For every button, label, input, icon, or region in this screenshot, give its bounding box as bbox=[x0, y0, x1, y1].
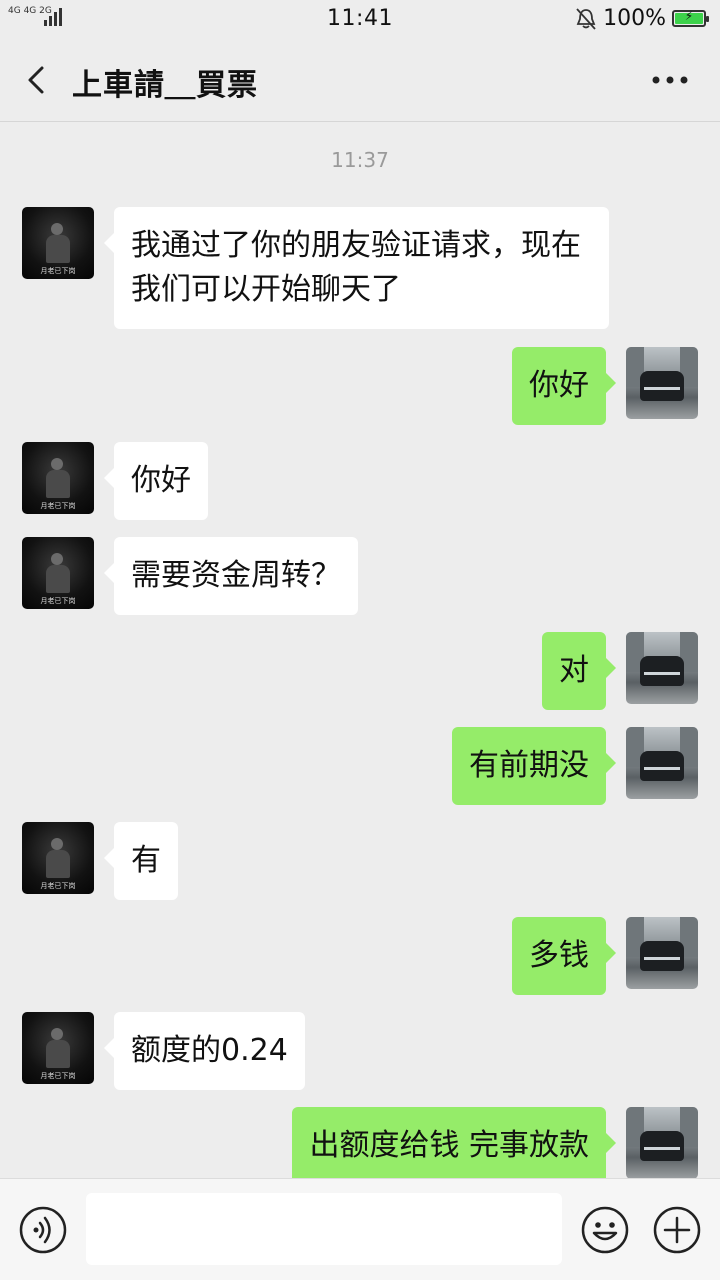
message-input[interactable] bbox=[86, 1193, 562, 1265]
message-bubble[interactable]: 你好 bbox=[104, 442, 208, 520]
chat-title: 上車請＿買票 bbox=[72, 68, 258, 103]
message-bubble[interactable]: 多钱 bbox=[512, 917, 616, 995]
avatar-caption: 月老已下岗 bbox=[40, 502, 76, 510]
message-bubble[interactable]: 有前期没 bbox=[452, 727, 616, 805]
message-list[interactable]: 11:37 月老已下岗 我通过了你的朋友验证请求，现在我们可以开始聊天了 你好 … bbox=[0, 122, 720, 1178]
message-bubble[interactable]: 需要资金周转？ bbox=[104, 537, 358, 615]
plus-icon[interactable] bbox=[652, 1205, 702, 1255]
avatar-caption: 月老已下岗 bbox=[40, 267, 76, 275]
message-bubble[interactable]: 额度的0.24 bbox=[104, 1012, 305, 1090]
message-bubble[interactable]: 我通过了你的朋友验证请求，现在我们可以开始聊天了 bbox=[104, 207, 609, 329]
contact-avatar[interactable]: 月老已下岗 bbox=[22, 1012, 94, 1084]
chat-header: 上車請＿買票 bbox=[0, 38, 720, 122]
contact-avatar[interactable]: 月老已下岗 bbox=[22, 537, 94, 609]
back-chevron-icon[interactable] bbox=[24, 64, 52, 96]
more-dots-icon[interactable] bbox=[650, 68, 690, 92]
battery-percent: 100% bbox=[603, 6, 666, 31]
input-bar bbox=[0, 1178, 720, 1280]
self-avatar[interactable] bbox=[626, 917, 698, 989]
mute-bell-icon bbox=[576, 7, 596, 30]
message-bubble[interactable]: 出额度给钱 完事放款 bbox=[292, 1107, 616, 1178]
contact-avatar[interactable]: 月老已下岗 bbox=[22, 442, 94, 514]
self-avatar[interactable] bbox=[626, 1107, 698, 1178]
avatar-caption: 月老已下岗 bbox=[40, 882, 76, 890]
self-avatar[interactable] bbox=[626, 727, 698, 799]
status-bar: 4G 4G 2G 11:41 100% ⚡ bbox=[0, 0, 720, 38]
avatar-caption: 月老已下岗 bbox=[40, 597, 76, 605]
battery-charging-icon: ⚡ bbox=[672, 9, 709, 27]
chat-timestamp: 11:37 bbox=[331, 148, 389, 172]
voice-icon[interactable] bbox=[18, 1205, 68, 1255]
contact-avatar[interactable]: 月老已下岗 bbox=[22, 822, 94, 894]
avatar-caption: 月老已下岗 bbox=[40, 1072, 76, 1080]
self-avatar[interactable] bbox=[626, 632, 698, 704]
emoji-icon[interactable] bbox=[580, 1205, 630, 1255]
message-bubble[interactable]: 你好 bbox=[512, 347, 616, 425]
message-bubble[interactable]: 有 bbox=[104, 822, 178, 900]
message-bubble[interactable]: 对 bbox=[542, 632, 616, 710]
self-avatar[interactable] bbox=[626, 347, 698, 419]
contact-avatar[interactable]: 月老已下岗 bbox=[22, 207, 94, 279]
